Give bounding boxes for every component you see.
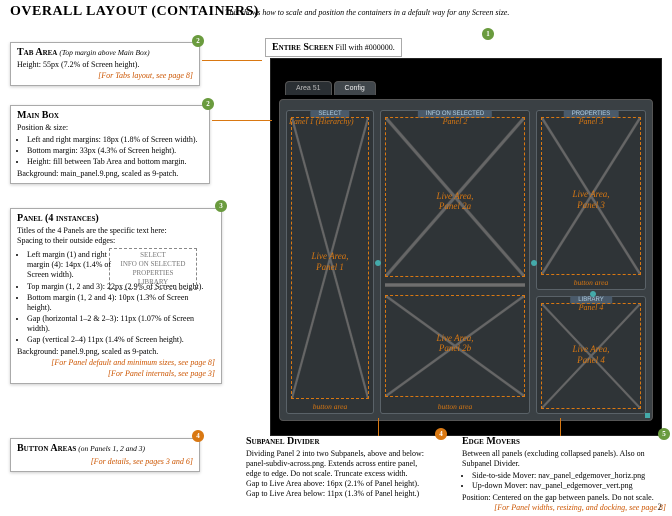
callout-ref: [For Panel widths, resizing, and docking… — [462, 503, 666, 513]
edge-mover-horizontal-icon[interactable] — [375, 260, 381, 266]
tab-config[interactable]: Config — [334, 81, 376, 95]
callout-line: edge to edge. Do not scale. Truncate exc… — [246, 469, 454, 479]
leader-line — [378, 418, 379, 436]
callout-ref: [For Panel internals, see page 3] — [17, 369, 215, 379]
panel-1-live-label: Live Area,Panel 1 — [312, 251, 349, 273]
badge-2a: 2 — [192, 35, 204, 47]
callout-title: Edge Movers — [462, 436, 520, 447]
panel-4: LIBRARY Panel 4 Live Area,Panel 4 — [536, 296, 646, 414]
panel-3: PROPERTIES Panel 3 Live Area,Panel 3 but… — [536, 110, 646, 290]
main-box: SELECT Panel 1 (Hierarchy) Live Area,Pan… — [279, 99, 653, 421]
callout-bullet: Left and right margins: 18px (1.8% of Sc… — [27, 135, 203, 145]
callout-ref: [For details, see pages 3 and 6] — [17, 457, 193, 467]
callout-extra: (on Panels 1, 2 and 3) — [78, 444, 145, 453]
badge-3: 3 — [215, 200, 227, 212]
callout-ref: [For Panel default and minimum sizes, se… — [17, 358, 215, 368]
callout-heading: Position & size: — [17, 123, 203, 133]
badge-4b: 4 — [435, 428, 447, 440]
callout-line: Background: panel.9.png, scaled as 9-pat… — [17, 347, 215, 357]
callout-line: Gap to Live Area below: 11px (1.3% of Pa… — [246, 489, 454, 499]
edge-mover-horizontal-icon[interactable] — [531, 260, 537, 266]
callout-line: Background: main_panel.9.png, scaled as … — [17, 169, 203, 179]
panel-1: SELECT Panel 1 (Hierarchy) Live Area,Pan… — [286, 110, 374, 414]
callout-ref: [For Tabs layout, see page 8] — [17, 71, 193, 81]
callout-bullet: Side-to-side Mover: nav_panel_edgemover_… — [472, 471, 666, 481]
subpanel-divider[interactable] — [385, 283, 525, 287]
callout-line: Dividing Panel 2 into two Subpanels, abo… — [246, 449, 454, 459]
callout-panel: Panel (4 instances) Titles of the 4 Pane… — [10, 208, 222, 384]
label: SELECT — [114, 251, 192, 260]
callout-entire-screen: Entire Screen Fill with #000000. — [265, 38, 402, 57]
panel-2a-live-label: Live Area,Panel 2a — [437, 191, 474, 213]
badge-1: 1 — [482, 28, 494, 40]
callout-bullet: Left margin (1) and right margin (4): 14… — [27, 250, 113, 280]
edge-mover-vertical-icon[interactable] — [590, 291, 596, 297]
callout-bullet: Gap (horizontal 1–2 & 2–3): 11px (1.07% … — [27, 314, 215, 334]
callout-title: Tab Area — [17, 47, 57, 58]
callout-bullet: Up-down Mover: nav_panel_edgemover_vert.… — [472, 481, 666, 491]
badge-2b: 2 — [202, 98, 214, 110]
leader-line — [560, 418, 561, 436]
callout-tab-area: Tab Area (Top margin above Main Box) Hei… — [10, 42, 200, 86]
page-subtitle: This shows how to scale and position the… — [225, 8, 509, 17]
callout-title: Subpanel Divider — [246, 436, 320, 447]
label: INFO ON SELECTED — [114, 260, 192, 269]
callout-text: Fill with #000000. — [335, 43, 394, 52]
panel-3-live-label: Live Area,Panel 3 — [573, 189, 610, 211]
callout-line: Gap to Live Area above: 16px (2.1% of Pa… — [246, 479, 454, 489]
callout-line: Height: 55px (7.2% of Screen height). — [17, 60, 193, 70]
panel-2-button-area: button area — [438, 402, 473, 411]
panel-1-button-area: button area — [313, 402, 348, 411]
callout-main-box: Main Box Position & size: Left and right… — [10, 105, 210, 184]
callout-bullet: Gap (vertical 2–4) 11px (1.4% of Screen … — [27, 335, 215, 345]
callout-line: Between all panels (excluding collapsed … — [462, 449, 666, 469]
callout-line: Position: Centered on the gap between pa… — [462, 493, 666, 503]
callout-bullet: Height: fill between Tab Area and bottom… — [27, 157, 203, 167]
callout-bullet: Bottom margin (1, 2 and 4): 10px (1.3% o… — [27, 293, 215, 313]
panel-3-button-area: button area — [574, 278, 609, 287]
callout-button-areas: Button Areas (on Panels 1, 2 and 3) [For… — [10, 438, 200, 472]
panel-2: INFO ON SELECTED Panel 2 Live Area,Panel… — [380, 110, 530, 414]
leader-line — [212, 120, 272, 121]
leader-line — [202, 60, 262, 61]
badge-4a: 4 — [192, 430, 204, 442]
callout-title: Main Box — [17, 110, 59, 121]
callout-subpanel-divider: Subpanel Divider Dividing Panel 2 into t… — [246, 436, 454, 499]
corner-handle-icon[interactable] — [645, 413, 650, 418]
panel-2b-live-label: Live Area,Panel 2b — [437, 333, 474, 355]
callout-bullet: Bottom margin: 33px (4.3% of Screen heig… — [27, 146, 203, 156]
callout-bullet: Top margin (1, 2 and 3): 22px (2.9% of S… — [27, 282, 215, 292]
callout-title: Panel (4 instances) — [17, 213, 99, 224]
page-title: OVERALL LAYOUT (CONTAINERS) — [10, 4, 259, 20]
callout-title: Button Areas — [17, 443, 76, 454]
panel-4-live-label: Live Area,Panel 4 — [573, 344, 610, 366]
callout-line: Spacing to their outside edges: — [17, 236, 215, 246]
callout-line: Titles of the 4 Panels are the specific … — [17, 226, 215, 236]
badge-5: 5 — [658, 428, 670, 440]
tab-area51[interactable]: Area 51 — [285, 81, 332, 95]
screen-mockup: Area 51 Config SELECT Panel 1 (Hierarchy… — [270, 58, 662, 436]
page-number: 2 — [658, 502, 663, 512]
callout-extra: (Top margin above Main Box) — [59, 48, 149, 57]
label: PROPERTIES — [114, 269, 192, 278]
tab-bar: Area 51 Config — [285, 81, 376, 95]
callout-title: Entire Screen — [272, 42, 333, 53]
callout-edge-movers: Edge Movers Between all panels (excludin… — [462, 436, 666, 513]
callout-line: panel-subdiv-across.png. Extends across … — [246, 459, 454, 469]
